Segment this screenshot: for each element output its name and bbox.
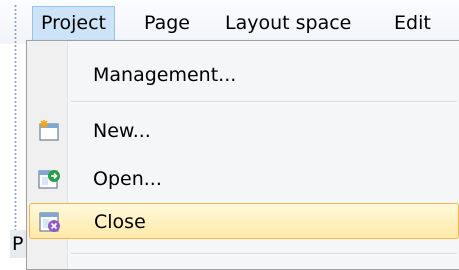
open-project-icon xyxy=(37,167,61,191)
menu-page[interactable]: Page xyxy=(136,6,198,40)
menu-item-open[interactable]: Open... xyxy=(29,161,459,197)
close-project-icon xyxy=(38,210,62,234)
menu-item-management[interactable]: Management... xyxy=(29,57,459,93)
menu-separator xyxy=(71,101,457,103)
menu-item-close[interactable]: Close xyxy=(29,203,459,239)
menu-edit[interactable]: Edit xyxy=(386,6,439,40)
menu-item-label: New... xyxy=(93,120,151,142)
menu-project[interactable]: Project xyxy=(32,6,116,40)
menu-item-label: Open... xyxy=(93,168,162,190)
toolbar-grip[interactable] xyxy=(14,4,17,250)
menu-bar: Project Page Layout space Edit xyxy=(0,0,459,44)
project-dropdown-menu: Management... New... Open... Close xyxy=(26,40,459,270)
menu-layout-space[interactable]: Layout space xyxy=(217,6,359,40)
new-project-icon xyxy=(37,119,61,143)
menu-item-label: Close xyxy=(94,211,146,233)
menu-separator xyxy=(71,253,457,255)
menu-item-new[interactable]: New... xyxy=(29,113,459,149)
menu-item-label: Management... xyxy=(93,64,237,86)
